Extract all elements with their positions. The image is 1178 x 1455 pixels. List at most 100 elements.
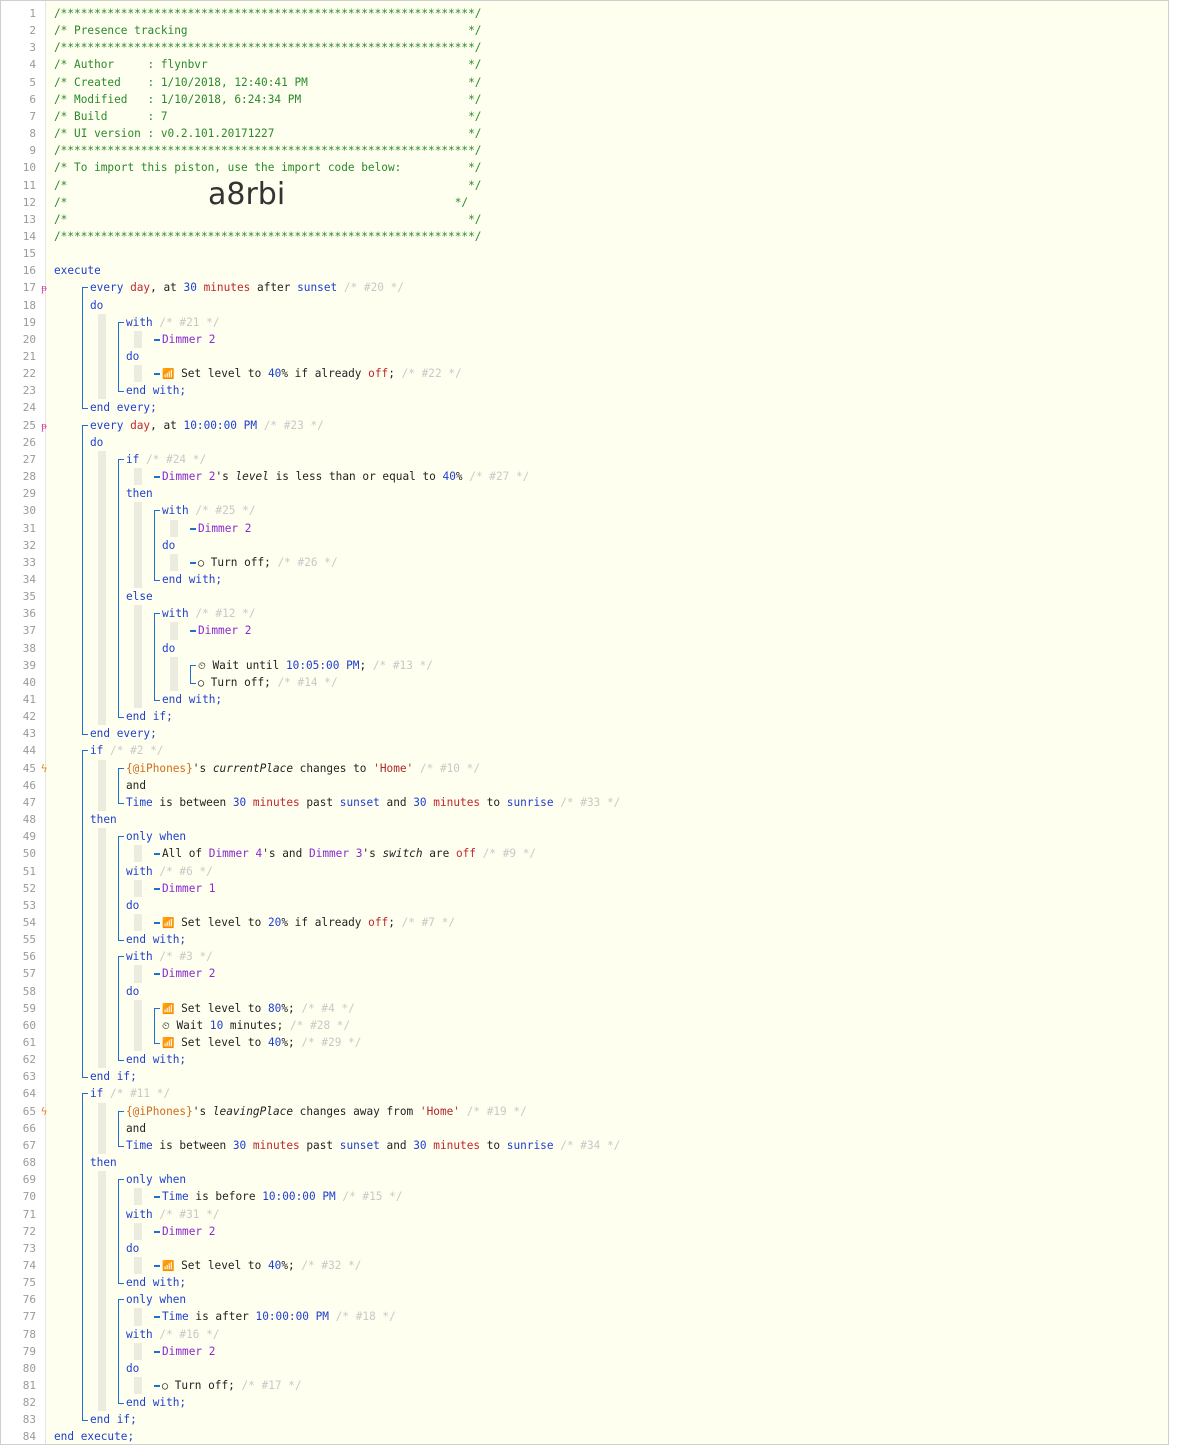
code-line[interactable]: 66 and bbox=[1, 1120, 1168, 1137]
code-text: and bbox=[379, 795, 414, 809]
code-line[interactable]: 60 ⏲ Wait 10 minutes; /* #28 */ bbox=[1, 1017, 1168, 1034]
code-line[interactable]: 70 Time is before 10:00:00 PM /* #15 */ bbox=[1, 1188, 1168, 1205]
code-line[interactable]: 56 with /* #3 */ bbox=[1, 948, 1168, 965]
code-line[interactable]: 13 /* */ bbox=[1, 211, 1168, 228]
code-line[interactable]: 78 with /* #16 */ bbox=[1, 1326, 1168, 1343]
indent-guide bbox=[134, 365, 142, 383]
code-line[interactable]: 26 do bbox=[1, 434, 1168, 451]
code-line[interactable]: 46 and bbox=[1, 777, 1168, 794]
code-line[interactable]: 79 Dimmer 2 bbox=[1, 1343, 1168, 1360]
action-icon: 📶 bbox=[162, 1260, 175, 1272]
code-line[interactable]: 77 Time is after 10:00:00 PM /* #18 */ bbox=[1, 1308, 1168, 1325]
code-line[interactable]: 73 do bbox=[1, 1240, 1168, 1257]
line-number: 13 bbox=[22, 212, 36, 226]
code-line[interactable]: 25 ᵽ every day, at 10:00:00 PM /* #23 */ bbox=[1, 417, 1168, 434]
code-line[interactable]: 14 /*************************************… bbox=[1, 228, 1168, 245]
code-line[interactable]: 49 only when bbox=[1, 828, 1168, 845]
code-line[interactable]: 52 Dimmer 1 bbox=[1, 880, 1168, 897]
code-line[interactable]: 28 Dimmer 2's level is less than or equal… bbox=[1, 468, 1168, 485]
code-line[interactable]: 32 do bbox=[1, 537, 1168, 554]
number-value: 40 bbox=[267, 1258, 282, 1272]
code-statement: ◯ Turn off; /* #14 */ bbox=[198, 674, 338, 692]
code-line[interactable]: 41 end with; bbox=[1, 691, 1168, 708]
code-line[interactable]: 51 with /* #6 */ bbox=[1, 863, 1168, 880]
code-line[interactable]: 5 /* Created : 1/10/2018, 12:40:41 PM */ bbox=[1, 74, 1168, 91]
code-line[interactable]: 84 end execute; bbox=[1, 1428, 1168, 1444]
code-line[interactable]: 57 Dimmer 2 bbox=[1, 965, 1168, 982]
code-line[interactable]: 4 /* Author : flynbvr */ bbox=[1, 56, 1168, 73]
code-line[interactable]: 62 end with; bbox=[1, 1051, 1168, 1068]
code-line[interactable]: 80 do bbox=[1, 1360, 1168, 1377]
code-line[interactable]: 54 📶 Set level to 20% if already off; /* … bbox=[1, 914, 1168, 932]
value-token: off bbox=[368, 915, 389, 929]
block-bracket bbox=[154, 338, 160, 341]
code-line[interactable]: 15 bbox=[1, 245, 1168, 262]
code-line[interactable]: 53 do bbox=[1, 897, 1168, 914]
code-line[interactable]: 81 ◯ Turn off; /* #17 */ bbox=[1, 1377, 1168, 1394]
code-line[interactable]: 45 ϟ {@iPhones}'s currentPlace changes to … bbox=[1, 760, 1168, 777]
line-number: 61 bbox=[22, 1036, 36, 1049]
code-line[interactable]: 69 only when bbox=[1, 1171, 1168, 1188]
code-line[interactable]: 29 then bbox=[1, 485, 1168, 502]
code-text: is less than or equal to bbox=[268, 470, 443, 484]
code-line[interactable]: 71 with /* #31 */ bbox=[1, 1206, 1168, 1223]
code-line[interactable]: 75 end with; bbox=[1, 1274, 1168, 1291]
code-line[interactable]: 83 end if; bbox=[1, 1411, 1168, 1428]
code-line[interactable]: 10 /* To import this piston, use the impo… bbox=[1, 159, 1168, 176]
line-number: 83 bbox=[22, 1413, 36, 1427]
code-line[interactable]: 6 /* Modified : 1/10/2018, 6:24:34 PM */ bbox=[1, 91, 1168, 108]
code-line[interactable]: 11/* */ bbox=[1, 177, 1168, 194]
code-line[interactable]: 55 end with; bbox=[1, 931, 1168, 948]
code-line[interactable]: 58 do bbox=[1, 983, 1168, 1000]
code-line[interactable]: 74 📶 Set level to 40%; /* #32 */ bbox=[1, 1257, 1168, 1274]
piston-code-editor[interactable]: 1 /**************************************… bbox=[0, 0, 1169, 1445]
line-number: 63 bbox=[22, 1070, 36, 1084]
code-line[interactable]: 68 then bbox=[1, 1154, 1168, 1171]
code-line[interactable]: 17 ᵽ every day, at 30 minutes after sunset… bbox=[1, 279, 1168, 296]
code-line[interactable]: 8 /* UI version : v0.2.101.20171227 */ bbox=[1, 125, 1168, 142]
code-line[interactable]: 44 if /* #2 */ bbox=[1, 742, 1168, 759]
code-line[interactable]: 47 Time is between 30 minutes past sunset… bbox=[1, 794, 1168, 811]
code-line[interactable]: 24 end every; bbox=[1, 399, 1168, 416]
code-line[interactable]: 64 if /* #11 */ bbox=[1, 1085, 1168, 1102]
code-line[interactable]: 20 Dimmer 2 bbox=[1, 331, 1168, 348]
block-bracket bbox=[154, 853, 160, 856]
line-number: 48 bbox=[22, 813, 36, 827]
code-line[interactable]: 61 📶 Set level to 40%; /* #29 */ bbox=[1, 1034, 1168, 1051]
code-line[interactable]: 36 with /* #12 */ bbox=[1, 605, 1168, 622]
code-line[interactable]: 38 do bbox=[1, 640, 1168, 657]
code-line[interactable]: 59 📶 Set level to 80%; /* #4 */ bbox=[1, 1000, 1168, 1017]
code-line[interactable]: 72 Dimmer 2 bbox=[1, 1223, 1168, 1240]
code-line[interactable]: 35 else bbox=[1, 588, 1168, 605]
code-line[interactable]: 19 with /* #21 */ bbox=[1, 314, 1168, 331]
code-line[interactable]: 48 then bbox=[1, 811, 1168, 828]
code-line[interactable]: 3 /**************************************… bbox=[1, 39, 1168, 56]
code-line[interactable]: 23 end with; bbox=[1, 382, 1168, 399]
code-line[interactable]: 82 end with; bbox=[1, 1394, 1168, 1411]
code-line[interactable]: 1 /**************************************… bbox=[1, 5, 1168, 22]
number-value: 20 bbox=[267, 915, 282, 929]
code-line[interactable]: 42 end if; bbox=[1, 708, 1168, 725]
code-line[interactable]: 34 end with; bbox=[1, 571, 1168, 588]
code-statement: 📶 Set level to 20% if already off; /* #7… bbox=[162, 914, 455, 932]
code-line[interactable]: 21 do bbox=[1, 348, 1168, 365]
code-line[interactable]: 76 only when bbox=[1, 1291, 1168, 1308]
code-line[interactable]: 50 All of Dimmer 4's and Dimmer 3's switc… bbox=[1, 845, 1168, 862]
code-statement: and bbox=[126, 777, 146, 794]
code-line[interactable]: 63 end if; bbox=[1, 1068, 1168, 1085]
code-line[interactable]: 7 /* Build : 7 */ bbox=[1, 108, 1168, 125]
code-line[interactable]: 12/* a8rbi */ bbox=[1, 179, 1168, 211]
code-line[interactable]: 2 /* Presence tracking */ bbox=[1, 22, 1168, 39]
code-line[interactable]: 43 end every; bbox=[1, 725, 1168, 742]
code-text: % bbox=[455, 470, 463, 484]
code-line[interactable]: 27 if /* #24 */ bbox=[1, 451, 1168, 468]
code-line[interactable]: 65 ϟ {@iPhones}'s leavingPlace changes awa… bbox=[1, 1103, 1168, 1120]
keyword: end with; bbox=[126, 933, 187, 947]
code-line[interactable]: 30 with /* #25 */ bbox=[1, 502, 1168, 519]
code-line[interactable]: 9 /**************************************… bbox=[1, 142, 1168, 159]
code-line[interactable]: 18 do bbox=[1, 297, 1168, 314]
code-line[interactable]: 67 Time is between 30 minutes past sunset… bbox=[1, 1137, 1168, 1154]
code-text: %; bbox=[281, 1001, 295, 1015]
code-line[interactable]: 22 📶 Set level to 40% if already off; /* … bbox=[1, 365, 1168, 382]
code-line[interactable]: 16 execute bbox=[1, 262, 1168, 279]
